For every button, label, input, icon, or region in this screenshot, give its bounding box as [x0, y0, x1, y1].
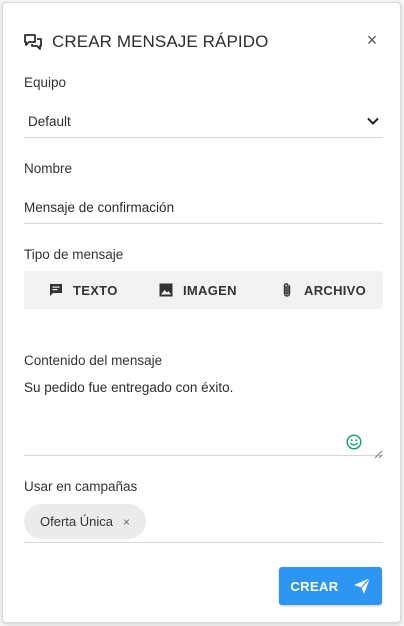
close-icon[interactable]: × [362, 30, 382, 52]
chat-bubbles-icon [23, 32, 43, 52]
dialog-header: CREAR MENSAJE RÁPIDO × [23, 30, 382, 54]
message-type-label: Tipo de mensaje [24, 247, 124, 262]
content-label: Contenido del mensaje [24, 353, 163, 368]
team-select[interactable]: Default [24, 105, 383, 138]
image-icon [158, 282, 174, 298]
chip-remove-icon[interactable]: × [123, 515, 130, 529]
message-icon [48, 282, 64, 298]
chevron-down-icon [365, 113, 381, 129]
type-text-label: TEXTO [73, 282, 118, 298]
campaigns-chip-input[interactable]: Oferta Única × [24, 503, 383, 543]
type-image-label: IMAGEN [183, 282, 237, 298]
resize-handle-icon[interactable] [374, 446, 383, 459]
campaign-chip: Oferta Única × [24, 504, 146, 539]
send-icon [353, 577, 371, 595]
emoji-icon[interactable] [346, 434, 362, 450]
type-image-button[interactable]: IMAGEN [158, 271, 237, 309]
message-type-selector: TEXTO IMAGEN ARCHIVO [24, 271, 383, 309]
create-button-label: CREAR [290, 578, 339, 594]
team-select-value: Default [28, 113, 71, 129]
campaign-chip-label: Oferta Única [40, 514, 113, 529]
dialog-title: CREAR MENSAJE RÁPIDO [52, 32, 269, 51]
name-label: Nombre [24, 161, 73, 176]
name-input[interactable] [24, 199, 383, 215]
team-label: Equipo [24, 75, 67, 90]
content-text: Su pedido fue entregado con éxito. [24, 380, 234, 395]
campaigns-label: Usar en campañas [24, 479, 138, 494]
content-textarea[interactable]: Su pedido fue entregado con éxito. [24, 379, 383, 459]
name-field-container [24, 191, 383, 224]
type-file-button[interactable]: ARCHIVO [279, 271, 366, 309]
type-file-label: ARCHIVO [304, 282, 367, 298]
type-text-button[interactable]: TEXTO [48, 271, 118, 309]
quick-message-dialog: CREAR MENSAJE RÁPIDO × Equipo Default No… [2, 2, 401, 623]
create-button[interactable]: CREAR [279, 567, 382, 605]
paperclip-icon [279, 282, 295, 298]
